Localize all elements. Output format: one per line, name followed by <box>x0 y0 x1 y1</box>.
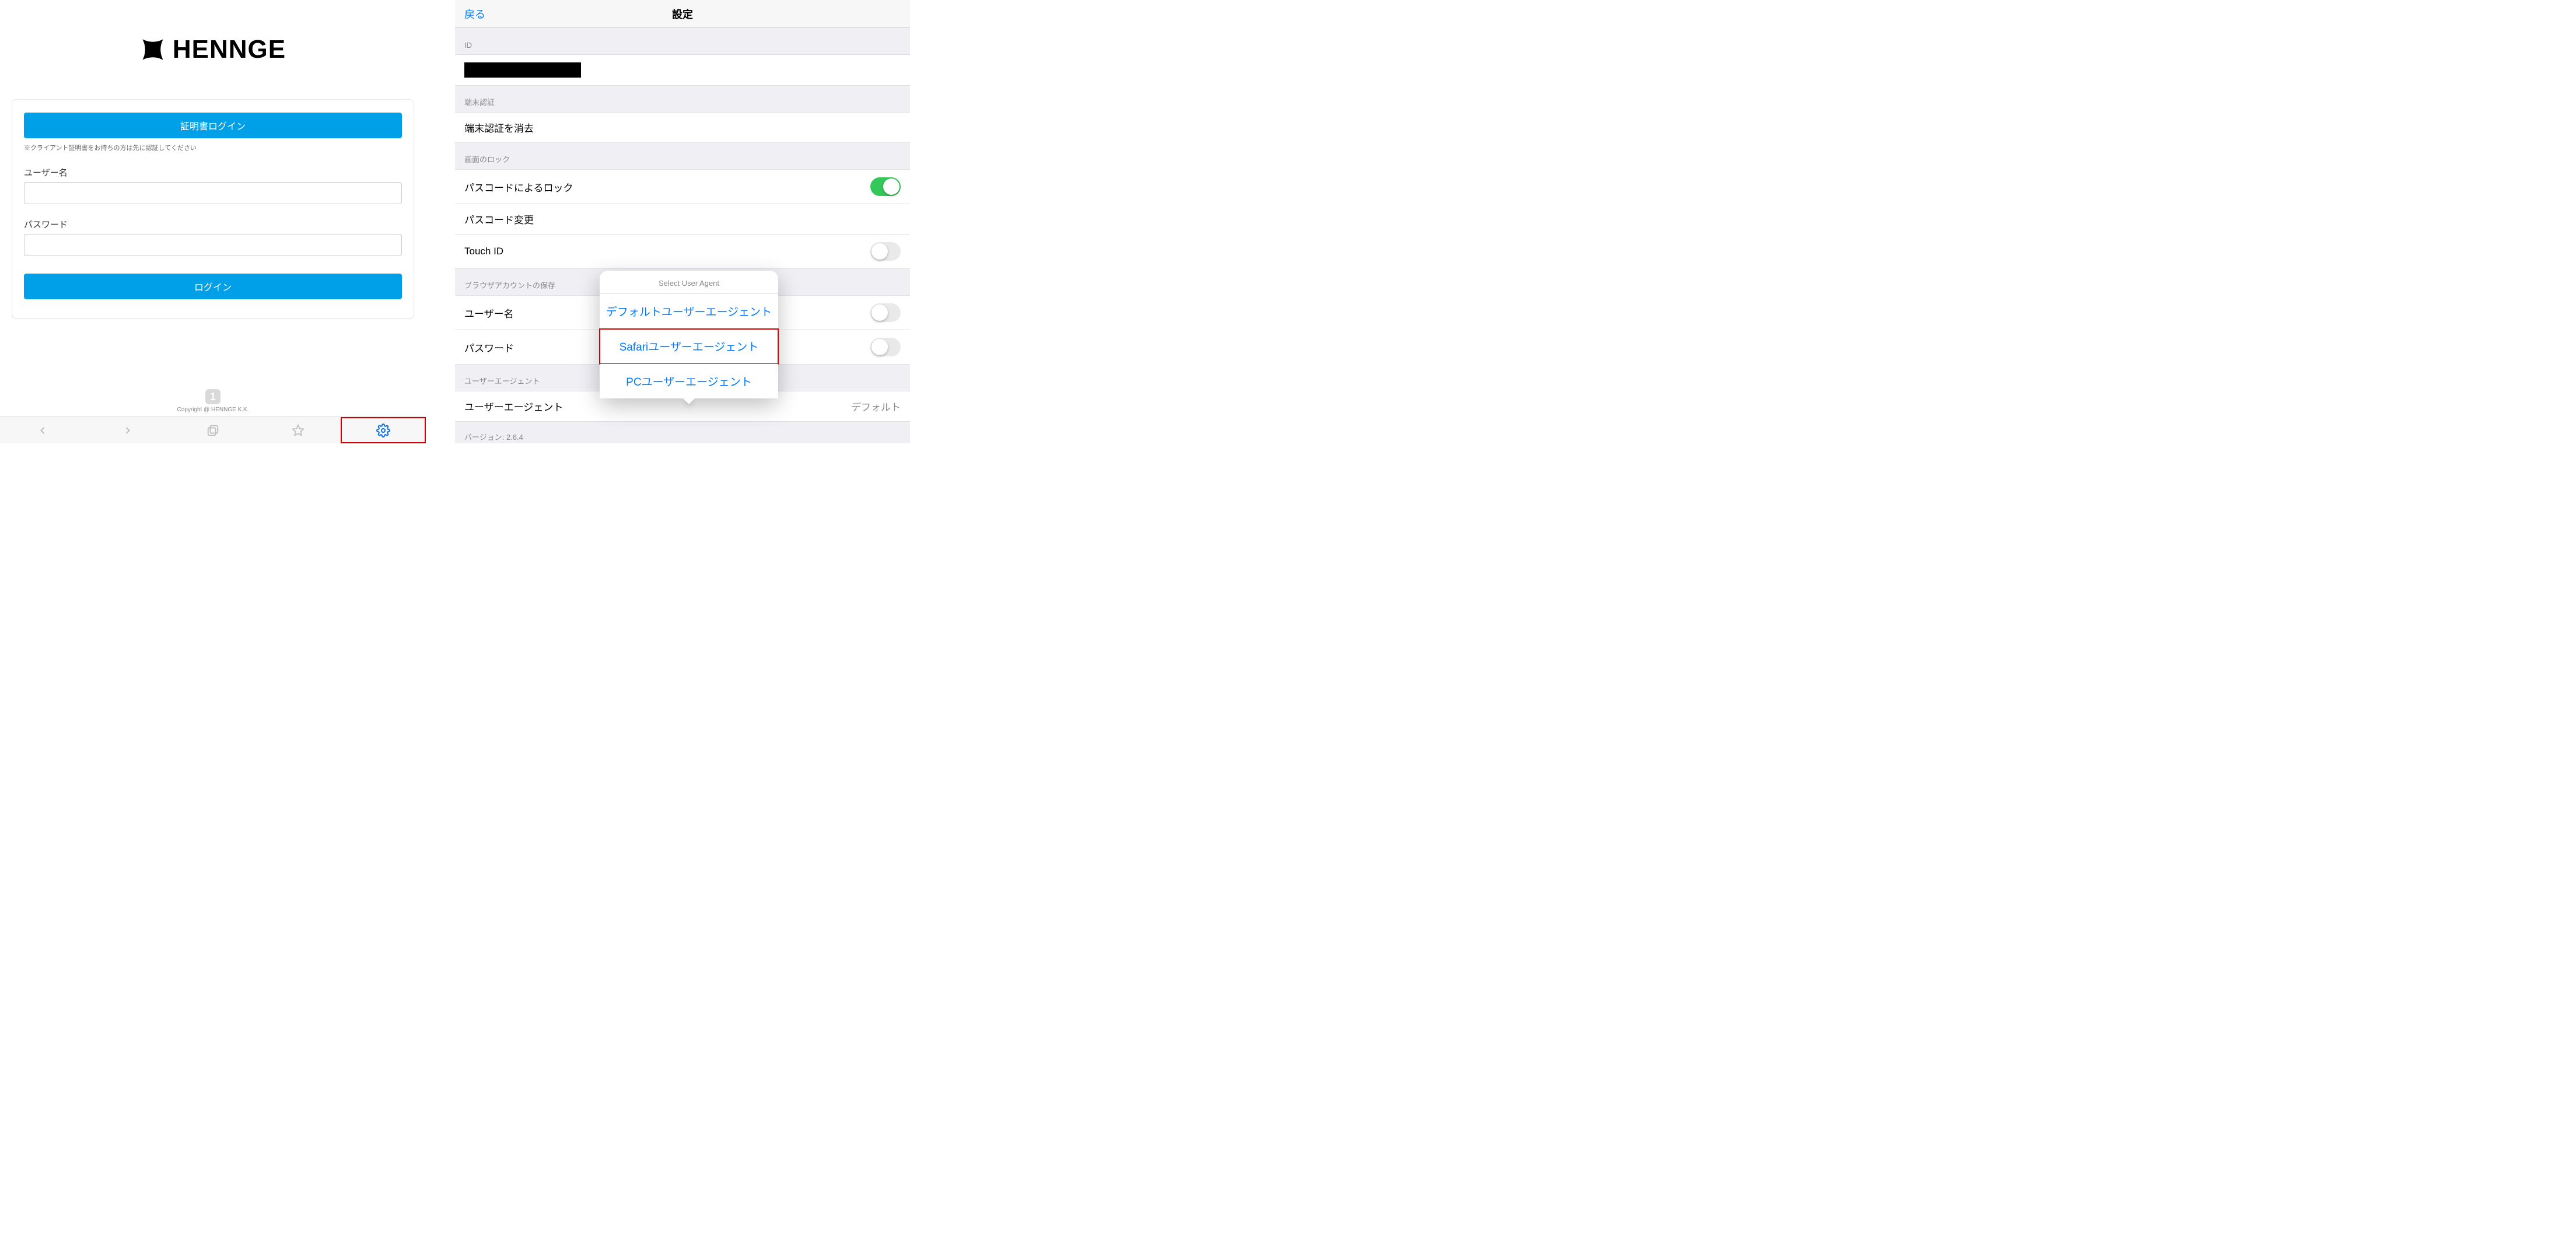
touch-id-cell: Touch ID <box>455 235 910 269</box>
star-icon <box>292 424 304 437</box>
touch-id-label: Touch ID <box>464 246 503 257</box>
save-username-toggle[interactable] <box>870 303 901 322</box>
user-agent-popover: Select User Agent デフォルトユーザーエージェント Safari… <box>600 271 778 398</box>
version-label: バージョン: <box>464 433 506 442</box>
touch-id-toggle[interactable] <box>870 242 901 261</box>
popover-tail-icon <box>683 398 695 404</box>
tab-count-badge: 1 <box>0 389 426 407</box>
save-password-toggle[interactable] <box>870 338 901 356</box>
tabs-button[interactable] <box>170 417 256 443</box>
passcode-change-cell[interactable]: パスコード変更 <box>455 204 910 235</box>
gear-icon <box>376 424 390 438</box>
tabs-icon <box>206 424 219 437</box>
nav-title: 設定 <box>455 6 910 22</box>
save-password-label: パスワード <box>464 340 514 355</box>
bottom-toolbar <box>0 416 426 443</box>
version-row: バージョン: 2.6.4 <box>455 422 910 443</box>
login-card: 証明書ログイン ※クライアント証明書をお持ちの方は先に認証してください ユーザー… <box>12 99 414 318</box>
certificate-note: ※クライアント証明書をお持ちの方は先に認証してください <box>24 143 402 152</box>
section-header-device-auth: 端末認証 <box>455 86 910 112</box>
username-input[interactable] <box>24 182 402 204</box>
popover-title: Select User Agent <box>600 271 778 294</box>
passcode-lock-toggle[interactable] <box>870 177 901 196</box>
passcode-lock-label: パスコードによるロック <box>464 180 573 194</box>
settings-button[interactable] <box>341 417 426 443</box>
brand-logo-area: HENNGE <box>0 0 426 99</box>
user-agent-value: デフォルト <box>851 399 901 414</box>
id-value-redacted <box>464 62 581 78</box>
user-agent-label: ユーザーエージェント <box>464 399 563 414</box>
navigation-bar: 戻る 設定 <box>455 0 910 28</box>
passcode-change-label: パスコード変更 <box>464 212 534 226</box>
login-button[interactable]: ログイン <box>24 274 402 299</box>
settings-screen: 戻る 設定 ID 端末認証 端末認証を消去 画面のロック パスコードによるロック… <box>455 0 910 443</box>
certificate-login-button[interactable]: 証明書ログイン <box>24 113 402 138</box>
brand-name: HENNGE <box>173 35 286 64</box>
password-input[interactable] <box>24 234 402 256</box>
save-username-label: ユーザー名 <box>464 306 514 320</box>
favorites-button[interactable] <box>256 417 341 443</box>
chevron-left-icon <box>37 425 48 436</box>
passcode-lock-cell: パスコードによるロック <box>455 169 910 204</box>
hennge-logo-icon <box>140 37 166 62</box>
password-label: パスワード <box>24 218 402 230</box>
section-header-id: ID <box>455 28 910 54</box>
username-label: ユーザー名 <box>24 166 402 178</box>
version-value: 2.6.4 <box>506 433 523 442</box>
section-header-screen-lock: 画面のロック <box>455 143 910 169</box>
clear-device-auth-label: 端末認証を消去 <box>464 120 534 135</box>
settings-list: ID 端末認証 端末認証を消去 画面のロック パスコードによるロック パスコード… <box>455 28 910 443</box>
login-screen: HENNGE 証明書ログイン ※クライアント証明書をお持ちの方は先に認証してくだ… <box>0 0 426 443</box>
back-button[interactable] <box>0 417 85 443</box>
forward-button[interactable] <box>85 417 170 443</box>
id-cell <box>455 54 910 86</box>
clear-device-auth-cell[interactable]: 端末認証を消去 <box>455 112 910 143</box>
chevron-right-icon <box>122 425 134 436</box>
tab-count: 1 <box>205 389 220 404</box>
copyright-text: Copyright @ HENNGE K.K. <box>0 407 426 416</box>
popover-option-safari[interactable]: Safariユーザーエージェント <box>600 329 778 364</box>
nav-back-button[interactable]: 戻る <box>455 6 485 22</box>
popover-option-default[interactable]: デフォルトユーザーエージェント <box>600 294 778 329</box>
popover-option-pc[interactable]: PCユーザーエージェント <box>600 364 778 398</box>
